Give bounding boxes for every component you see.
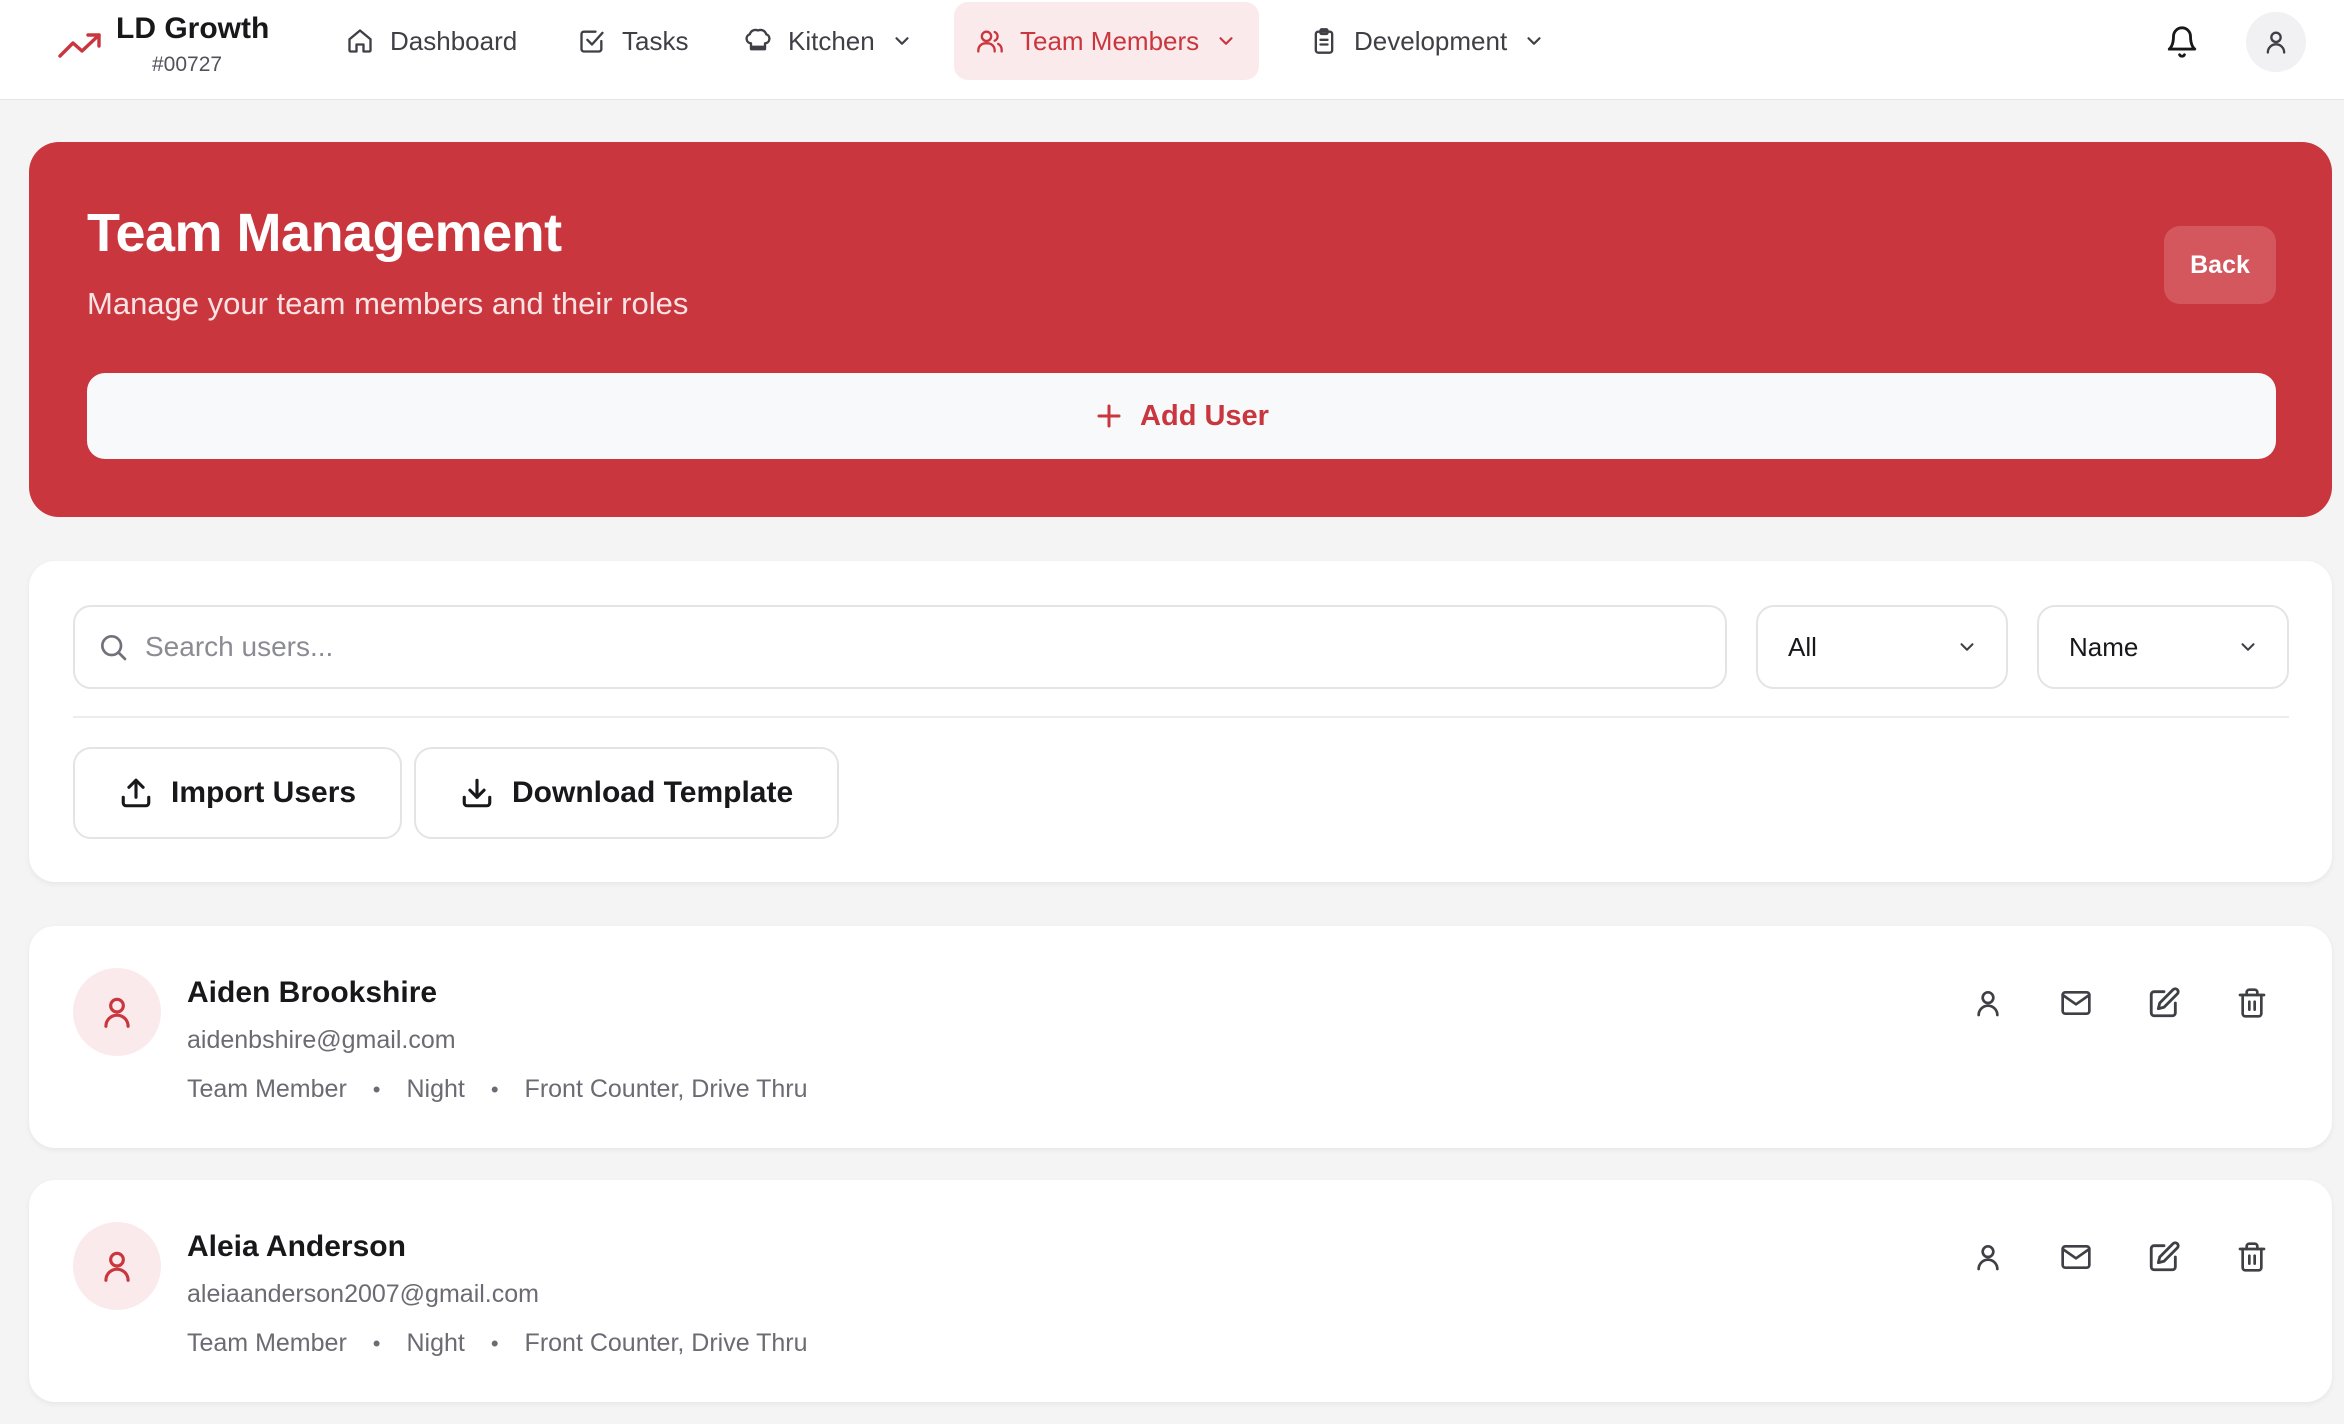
back-button[interactable]: Back bbox=[2164, 226, 2276, 304]
view-profile-button[interactable] bbox=[1969, 984, 2007, 1022]
download-icon bbox=[460, 776, 494, 810]
upload-icon bbox=[119, 776, 153, 810]
user-card: Aiden Brookshire aidenbshire@gmail.com T… bbox=[29, 926, 2332, 1148]
nav-dashboard[interactable]: Dashboard bbox=[324, 2, 539, 80]
user-role: Team Member bbox=[187, 1075, 347, 1103]
download-template-button[interactable]: Download Template bbox=[414, 747, 840, 839]
user-shift: Night bbox=[406, 1329, 465, 1357]
nav-kitchen-label: Kitchen bbox=[788, 25, 875, 56]
add-user-label: Add User bbox=[1140, 399, 1269, 432]
add-user-button[interactable]: Add User bbox=[87, 373, 2276, 459]
search-field[interactable] bbox=[73, 605, 1727, 689]
user-email: aleiaanderson2007@gmail.com bbox=[187, 1280, 539, 1308]
user-icon bbox=[98, 993, 136, 1031]
sort-select[interactable]: Name bbox=[2037, 605, 2289, 689]
view-profile-button[interactable] bbox=[1969, 1238, 2007, 1276]
chevron-down-icon bbox=[1215, 30, 1237, 52]
user-name: Aiden Brookshire bbox=[187, 976, 438, 1009]
nav-tasks[interactable]: Tasks bbox=[556, 2, 710, 80]
nav-tasks-label: Tasks bbox=[622, 25, 689, 56]
user-actions bbox=[1969, 984, 2271, 1022]
user-icon bbox=[98, 1247, 136, 1285]
search-input[interactable] bbox=[145, 631, 1645, 663]
separator-dot: • bbox=[490, 1076, 499, 1102]
sort-value: Name bbox=[2069, 631, 2139, 662]
nav-kitchen[interactable]: Kitchen bbox=[722, 2, 935, 80]
search-icon bbox=[97, 631, 129, 663]
home-icon bbox=[346, 27, 374, 55]
import-users-button[interactable]: Import Users bbox=[73, 747, 403, 839]
nav-development-label: Development bbox=[1354, 25, 1508, 56]
chevron-down-icon bbox=[891, 30, 913, 52]
user-shift: Night bbox=[406, 1075, 465, 1103]
notifications-button[interactable] bbox=[2162, 22, 2202, 62]
nav-development[interactable]: Development bbox=[1288, 2, 1567, 80]
edit-user-button[interactable] bbox=[2145, 1238, 2183, 1276]
user-icon bbox=[1972, 987, 2004, 1019]
nav-team-members[interactable]: Team Members bbox=[954, 2, 1260, 80]
separator-dot: • bbox=[490, 1330, 499, 1356]
divider bbox=[73, 716, 2289, 718]
edit-user-button[interactable] bbox=[2145, 984, 2183, 1022]
delete-user-button[interactable] bbox=[2233, 984, 2271, 1022]
page-subtitle: Manage your team members and their roles bbox=[87, 286, 689, 321]
import-users-label: Import Users bbox=[171, 776, 357, 809]
checkbox-icon bbox=[578, 27, 606, 55]
plus-icon bbox=[1094, 401, 1124, 431]
hero-banner: Team Management Manage your team members… bbox=[29, 142, 2332, 517]
delete-user-button[interactable] bbox=[2233, 1238, 2271, 1276]
separator-dot: • bbox=[372, 1330, 381, 1356]
email-user-button[interactable] bbox=[2057, 984, 2095, 1022]
mail-icon bbox=[2058, 1241, 2094, 1273]
store-code: #00727 bbox=[152, 53, 223, 76]
profile-button[interactable] bbox=[2246, 12, 2306, 72]
edit-icon bbox=[2147, 1240, 2181, 1274]
user-stations: Front Counter, Drive Thru bbox=[524, 1329, 808, 1357]
chef-hat-icon bbox=[744, 27, 772, 55]
user-card: Aleia Anderson aleiaanderson2007@gmail.c… bbox=[29, 1180, 2332, 1402]
avatar bbox=[73, 968, 161, 1056]
edit-icon bbox=[2147, 986, 2181, 1020]
user-actions bbox=[1969, 1238, 2271, 1276]
user-stations: Front Counter, Drive Thru bbox=[524, 1075, 808, 1103]
brand[interactable]: LD Growth #00727 bbox=[54, 10, 284, 80]
filter-panel: All Name Import Users Downl bbox=[29, 561, 2332, 882]
user-meta: Team Member • Night • Front Counter, Dri… bbox=[187, 1329, 808, 1358]
bell-icon bbox=[2165, 24, 2199, 60]
trash-icon bbox=[2236, 1240, 2268, 1274]
trending-up-icon bbox=[58, 32, 102, 60]
nav-team-members-label: Team Members bbox=[1020, 25, 1200, 56]
user-email: aidenbshire@gmail.com bbox=[187, 1026, 456, 1054]
clipboard-icon bbox=[1310, 27, 1338, 55]
brand-name: LD Growth bbox=[116, 12, 270, 45]
user-name: Aleia Anderson bbox=[187, 1230, 406, 1263]
user-icon bbox=[2262, 28, 2290, 56]
user-role: Team Member bbox=[187, 1329, 347, 1357]
separator-dot: • bbox=[372, 1076, 381, 1102]
avatar bbox=[73, 1222, 161, 1310]
nav-dashboard-label: Dashboard bbox=[390, 25, 518, 56]
chevron-down-icon bbox=[1956, 636, 1978, 658]
email-user-button[interactable] bbox=[2057, 1238, 2095, 1276]
page-title: Team Management bbox=[87, 203, 562, 263]
users-icon bbox=[976, 27, 1004, 55]
chevron-down-icon bbox=[2237, 636, 2259, 658]
trash-icon bbox=[2236, 986, 2268, 1020]
user-meta: Team Member • Night • Front Counter, Dri… bbox=[187, 1075, 808, 1104]
role-filter-select[interactable]: All bbox=[1756, 605, 2008, 689]
download-template-label: Download Template bbox=[512, 776, 794, 809]
chevron-down-icon bbox=[1523, 30, 1545, 52]
user-icon bbox=[1972, 1241, 2004, 1273]
role-filter-value: All bbox=[1788, 631, 1817, 662]
mail-icon bbox=[2058, 987, 2094, 1019]
top-navbar: LD Growth #00727 Dashboard Tasks Kitchen bbox=[0, 0, 2344, 100]
